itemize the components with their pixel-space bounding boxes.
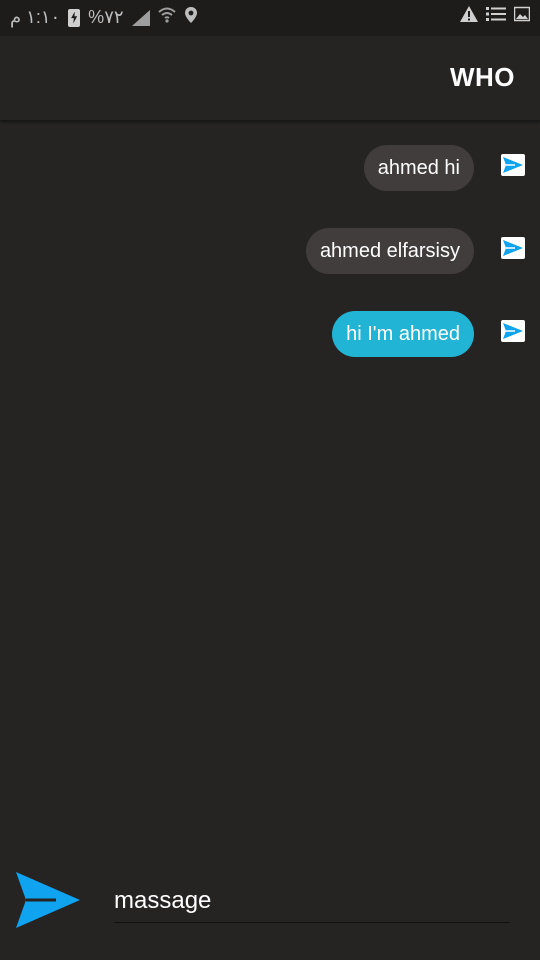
- send-icon[interactable]: [501, 320, 525, 342]
- warning-icon: [460, 6, 478, 27]
- status-time: ١:١٠ م: [10, 7, 61, 27]
- send-icon: [16, 872, 80, 928]
- status-left: ١:١٠ م %٧٢: [10, 6, 198, 29]
- signal-icon: [131, 9, 150, 26]
- wifi-icon: [157, 6, 176, 29]
- list-item[interactable]: ahmed elfarsisy: [305, 227, 474, 275]
- send-icon[interactable]: [501, 154, 525, 176]
- app-bar: WHO: [0, 36, 540, 120]
- message-bubble[interactable]: ahmed hi: [363, 145, 474, 191]
- status-bar: ١:١٠ م %٧٢: [0, 0, 540, 36]
- list-icon: [486, 6, 506, 27]
- status-right: [460, 6, 531, 27]
- image-icon: [513, 6, 531, 27]
- battery-percent: %٧٢: [88, 7, 124, 27]
- message-bubble[interactable]: ahmed elfarsisy: [305, 228, 474, 274]
- send-icon[interactable]: [501, 237, 525, 259]
- send-button[interactable]: [16, 872, 80, 928]
- location-icon: [184, 6, 198, 29]
- battery-icon: [68, 8, 81, 27]
- list-item[interactable]: hi I'm ahmed: [332, 310, 474, 358]
- message-bubble-highlighted[interactable]: hi I'm ahmed: [332, 311, 474, 357]
- page-title: WHO: [449, 62, 515, 92]
- message-composer: [0, 862, 540, 942]
- message-input[interactable]: [114, 880, 510, 923]
- list-item[interactable]: ahmed hi: [363, 144, 474, 192]
